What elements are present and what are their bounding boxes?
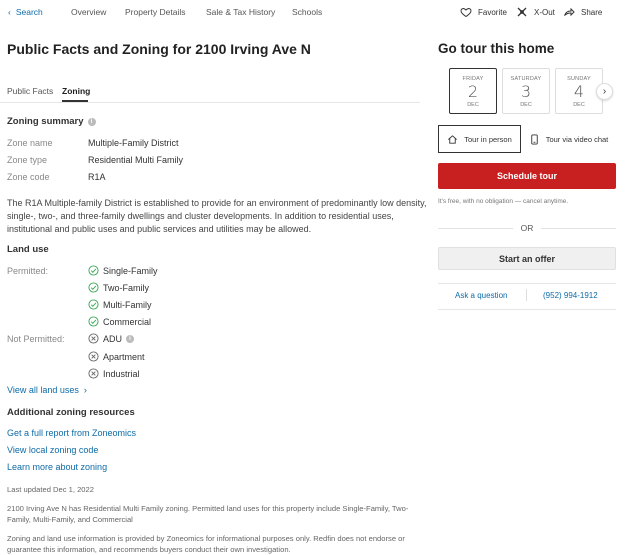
zone-type-label: Zone type: [7, 155, 48, 165]
land-use-heading: Land use: [7, 244, 49, 255]
check-circle-icon: [88, 316, 99, 327]
next-dates-button[interactable]: ›: [596, 83, 613, 100]
free-note: It's free, with no obligation — cancel a…: [438, 198, 569, 205]
or-text: OR: [520, 223, 534, 233]
zoning-summary-title: Zoning summary: [7, 116, 84, 127]
last-updated: Last updated Dec 1, 2022: [7, 485, 94, 494]
not-permitted-item-label: Industrial: [103, 368, 140, 379]
x-circle-icon: [88, 351, 99, 362]
phone-icon: [531, 133, 538, 145]
not-permitted-item-label: ADU: [103, 333, 123, 344]
permitted-item: Multi-Family: [88, 299, 152, 310]
start-offer-button[interactable]: Start an offer: [438, 247, 616, 270]
share-button[interactable]: Share: [563, 6, 602, 18]
permitted-item: Single-Family: [88, 265, 158, 276]
contact-separator: [526, 289, 527, 301]
x-out-icon: [517, 7, 527, 17]
heart-icon: [460, 7, 472, 18]
or-divider: OR: [438, 222, 616, 234]
zoning-description: The R1A Multiple-family District is esta…: [7, 198, 427, 234]
permitted-item: Two-Family: [88, 282, 149, 293]
date-number: 3: [520, 82, 532, 101]
tab-divider: [0, 102, 420, 103]
schedule-tour-button[interactable]: Schedule tour: [438, 163, 616, 189]
not-permitted-item: ADU i: [88, 333, 135, 344]
page-title: Public Facts and Zoning for 2100 Irving …: [7, 41, 311, 57]
ask-question-link[interactable]: Ask a question: [455, 291, 507, 300]
learn-zoning-link[interactable]: Learn more about zoning: [7, 462, 107, 472]
date-card[interactable]: SATURDAY 3 DEC: [502, 68, 550, 114]
chevron-left-icon: ‹: [8, 7, 11, 17]
info-icon[interactable]: i: [126, 334, 135, 343]
date-month: DEC: [467, 102, 479, 108]
favorite-label: Favorite: [478, 7, 507, 17]
info-icon[interactable]: i: [87, 117, 96, 126]
zoneomics-report-link[interactable]: Get a full report from Zoneomics: [7, 428, 136, 438]
check-circle-icon: [88, 282, 99, 293]
permitted-item-label: Single-Family: [103, 265, 158, 276]
share-label: Share: [581, 7, 603, 17]
zoning-summary-heading: Zoning summary i: [7, 116, 96, 127]
not-permitted-item: Apartment: [88, 351, 145, 362]
tour-option-label: Tour in person: [464, 134, 512, 144]
x-circle-icon: [88, 368, 99, 379]
x-out-label: X-Out: [534, 7, 555, 17]
check-circle-icon: [88, 265, 99, 276]
not-permitted-item: Industrial: [88, 368, 140, 379]
tour-video-option[interactable]: Tour via video chat: [521, 125, 616, 153]
tour-option-label: Tour via video chat: [545, 134, 609, 144]
tour-in-person-option[interactable]: Tour in person: [438, 125, 521, 153]
disclaimer: Zoning and land use information is provi…: [7, 534, 405, 554]
x-circle-icon: [88, 333, 99, 344]
date-month: DEC: [520, 102, 532, 108]
permitted-item-label: Two-Family: [103, 282, 150, 293]
not-permitted-label: Not Permitted:: [7, 334, 65, 344]
back-label: Search: [15, 7, 43, 17]
nav-link-property-details[interactable]: Property Details: [125, 7, 185, 17]
nav-link-sale-tax-history[interactable]: Sale & Tax History: [206, 7, 275, 17]
nav-link-schools[interactable]: Schools: [292, 7, 322, 17]
resources-heading: Additional zoning resources: [7, 407, 135, 418]
divider-line: [438, 227, 513, 229]
tab-zoning[interactable]: Zoning: [62, 86, 90, 96]
date-number: 2: [467, 82, 479, 101]
local-zoning-code-link[interactable]: View local zoning code: [7, 445, 98, 455]
permitted-item-label: Multi-Family: [103, 299, 152, 310]
divider-line: [541, 227, 616, 229]
favorite-button[interactable]: Favorite: [460, 6, 507, 18]
share-icon: [564, 7, 575, 17]
chevron-right-icon: ›: [602, 86, 607, 97]
divider: [438, 309, 616, 310]
zone-code-label: Zone code: [7, 172, 50, 182]
date-card[interactable]: FRIDAY 2 DEC: [449, 68, 497, 114]
phone-link[interactable]: (952) 994-1912: [543, 291, 598, 300]
permitted-label: Permitted:: [7, 266, 49, 276]
zone-type-value: Residential Multi Family: [88, 155, 184, 165]
x-out-button[interactable]: X-Out: [516, 6, 555, 18]
tab-public-facts[interactable]: Public Facts: [7, 86, 53, 96]
chevron-right-icon: ›: [81, 385, 87, 395]
permitted-item: Commercial: [88, 316, 151, 327]
not-permitted-item-label: Apartment: [103, 351, 145, 362]
view-all-label: View all land uses: [7, 385, 79, 395]
view-all-land-uses-link[interactable]: View all land uses ›: [7, 385, 87, 395]
zone-code-value: R1A: [88, 172, 106, 182]
permitted-item-label: Commercial: [103, 316, 152, 327]
house-icon: [448, 134, 458, 144]
zoning-footnote: 2100 Irving Ave N has Residential Multi …: [7, 504, 409, 524]
back-to-search[interactable]: ‹ Search: [8, 7, 43, 17]
divider: [438, 283, 616, 284]
zone-name-label: Zone name: [7, 138, 53, 148]
tour-title: Go tour this home: [438, 41, 555, 56]
date-month: DEC: [573, 102, 585, 108]
nav-link-overview[interactable]: Overview: [71, 7, 106, 17]
top-nav: ‹ Search Overview Property Details Sale …: [0, 0, 630, 26]
check-circle-icon: [88, 299, 99, 310]
zone-name-value: Multiple-Family District: [88, 138, 179, 148]
